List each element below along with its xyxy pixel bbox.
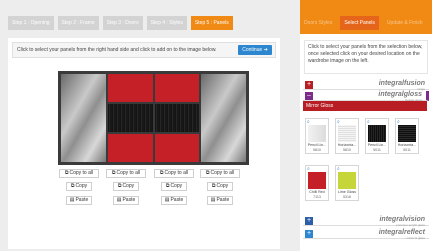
sidebar-header: Doors Styles Select Panels Update & Fini… (300, 0, 432, 34)
copy-icon: ⧉ (117, 183, 122, 189)
copy-button[interactable]: ⧉Copy (207, 182, 233, 191)
swatch-image (308, 125, 326, 142)
copy-icon: ⧉ (64, 170, 69, 176)
main-instruction-box: Click to select your panels from the rig… (12, 42, 276, 58)
step-styles-tab[interactable]: Step 4 : Styles (146, 16, 187, 30)
main-panel: Click to select your panels from the rig… (8, 38, 280, 249)
copy-button[interactable]: ⧉Copy (161, 182, 187, 191)
door-3 (154, 74, 200, 162)
door-4-mirror-panel[interactable] (201, 74, 246, 162)
paste-button[interactable]: ▤Paste (66, 196, 92, 205)
swatch-image (398, 125, 416, 142)
copy-icon: ⧉ (159, 170, 164, 176)
copy-to-all-button[interactable]: ⧉Copy to all (106, 169, 146, 178)
swatch-name: Pencil Lin... (367, 143, 387, 147)
panel-swatch[interactable]: ⌕ Lime Gloss 5316 (335, 165, 359, 201)
swatch-code: 5316 (343, 195, 351, 199)
paste-icon: ▤ (210, 197, 216, 203)
brand-logo: integralreflect (378, 229, 425, 236)
copy-to-all-button[interactable]: ⧉Copy to all (59, 169, 99, 178)
swatch-code: 5810 (313, 148, 321, 152)
step-tabs: Step 1 : Opening Step 2 : Frame Step 3 :… (8, 16, 233, 30)
copy-icon: ⧉ (111, 170, 116, 176)
expand-icon[interactable]: + (305, 217, 313, 225)
step-frame-tab[interactable]: Step 2 : Frame (57, 16, 99, 30)
paste-icon: ▤ (69, 197, 75, 203)
swatch-name: Chilli Red (309, 190, 325, 194)
collapse-icon[interactable]: – (305, 92, 313, 100)
brand-integralvision[interactable]: + integralvision premium acrylic glass (303, 216, 429, 227)
step-doors-tab[interactable]: Step 3 : Doors (102, 16, 143, 30)
paste-icon: ▤ (164, 197, 170, 203)
wardrobe-preview (58, 71, 249, 165)
panel-swatch[interactable]: ⌕ Pencil Lin... 5011 (365, 118, 389, 154)
copy-icon: ⧉ (70, 183, 75, 189)
swatch-name: Horizonta... (337, 143, 357, 147)
brand-logo: integralvision (379, 216, 425, 223)
tab-doors-styles[interactable]: Doors Styles (300, 16, 336, 30)
copy-icon: ⧉ (165, 183, 170, 189)
continue-button[interactable]: Continue ➔ (238, 45, 272, 55)
swatch-image (338, 125, 356, 142)
sidebar-tabs: Doors Styles Select Panels Update & Fini… (300, 16, 427, 30)
panel-selection-sidebar: Doors Styles Select Panels Update & Fini… (300, 0, 432, 251)
copy-to-all-button[interactable]: ⧉Copy to all (200, 169, 240, 178)
tab-update-finish[interactable]: Update & Finish (383, 16, 427, 30)
brand-tagline: premium acrylic glass (396, 223, 425, 227)
step-panels-tab[interactable]: Step 5 : Panels (190, 16, 233, 30)
paste-icon: ▤ (116, 197, 122, 203)
swatch-image (338, 172, 356, 189)
swatch-code: 5011 (403, 148, 411, 152)
brand-integralreflect[interactable]: + integralreflect mirror & glass (303, 229, 429, 240)
panel-swatch[interactable]: ⌕ Horizonta... 5011 (395, 118, 419, 154)
copy-icon: ⧉ (211, 183, 216, 189)
step-opening-tab[interactable]: Step 1 : Opening (8, 16, 54, 30)
panel-swatch[interactable]: ⌕ Chilli Red 7113 (305, 165, 329, 201)
sidebar-instruction: Click to select your panels from the sel… (304, 40, 428, 74)
door-3-top-panel[interactable] (154, 74, 200, 102)
panel-swatch[interactable]: ⌕ Pencil Lin... 5810 (305, 118, 329, 154)
main-instruction-text: Click to select your panels from the rig… (17, 47, 217, 53)
swatch-name: Horizonta... (397, 143, 417, 147)
swatch-name: Pencil Lin... (307, 143, 327, 147)
door-2-top-panel[interactable] (107, 74, 153, 102)
paste-button[interactable]: ▤Paste (161, 196, 187, 205)
swatch-code: 7113 (313, 195, 321, 199)
brand-logo: integralgloss (378, 91, 422, 98)
door-controls: ⧉Copy to all ⧉Copy ▤Paste ⧉Copy to all ⧉… (8, 169, 280, 209)
door-1-mirror-panel[interactable] (61, 74, 106, 162)
panel-swatch[interactable]: ⌕ Horizonta... 5810 (335, 118, 359, 154)
copy-button[interactable]: ⧉Copy (66, 182, 92, 191)
mirror-gloss-header[interactable]: Mirror Gloss (303, 101, 427, 111)
copy-button[interactable]: ⧉Copy (113, 182, 139, 191)
brand-integralgloss[interactable]: – integralgloss budget gloss (303, 91, 429, 102)
copy-icon: ⧉ (205, 170, 210, 176)
tab-select-panels[interactable]: Select Panels (340, 16, 379, 30)
door-2-bottom-panel[interactable] (107, 134, 153, 162)
door-2 (107, 74, 153, 162)
swatch-image (368, 125, 386, 142)
paste-button[interactable]: ▤Paste (207, 196, 233, 205)
brand-tagline: mirror & glass (406, 236, 425, 240)
swatch-name: Lime Gloss (338, 190, 356, 194)
copy-to-all-button[interactable]: ⧉Copy to all (154, 169, 194, 178)
swatch-code: 5810 (343, 148, 351, 152)
expand-icon[interactable]: + (305, 230, 313, 238)
paste-button[interactable]: ▤Paste (113, 196, 139, 205)
door-3-middle-panel[interactable] (154, 104, 200, 132)
door-2-middle-panel[interactable] (107, 104, 153, 132)
brand-logo: integralfusion (378, 80, 425, 87)
door-3-bottom-panel[interactable] (154, 134, 200, 162)
swatch-code: 5011 (373, 148, 381, 152)
expand-icon[interactable]: + (305, 81, 313, 89)
brand-integralfusion[interactable]: + integralfusion range (303, 80, 429, 91)
swatch-image (308, 172, 326, 189)
